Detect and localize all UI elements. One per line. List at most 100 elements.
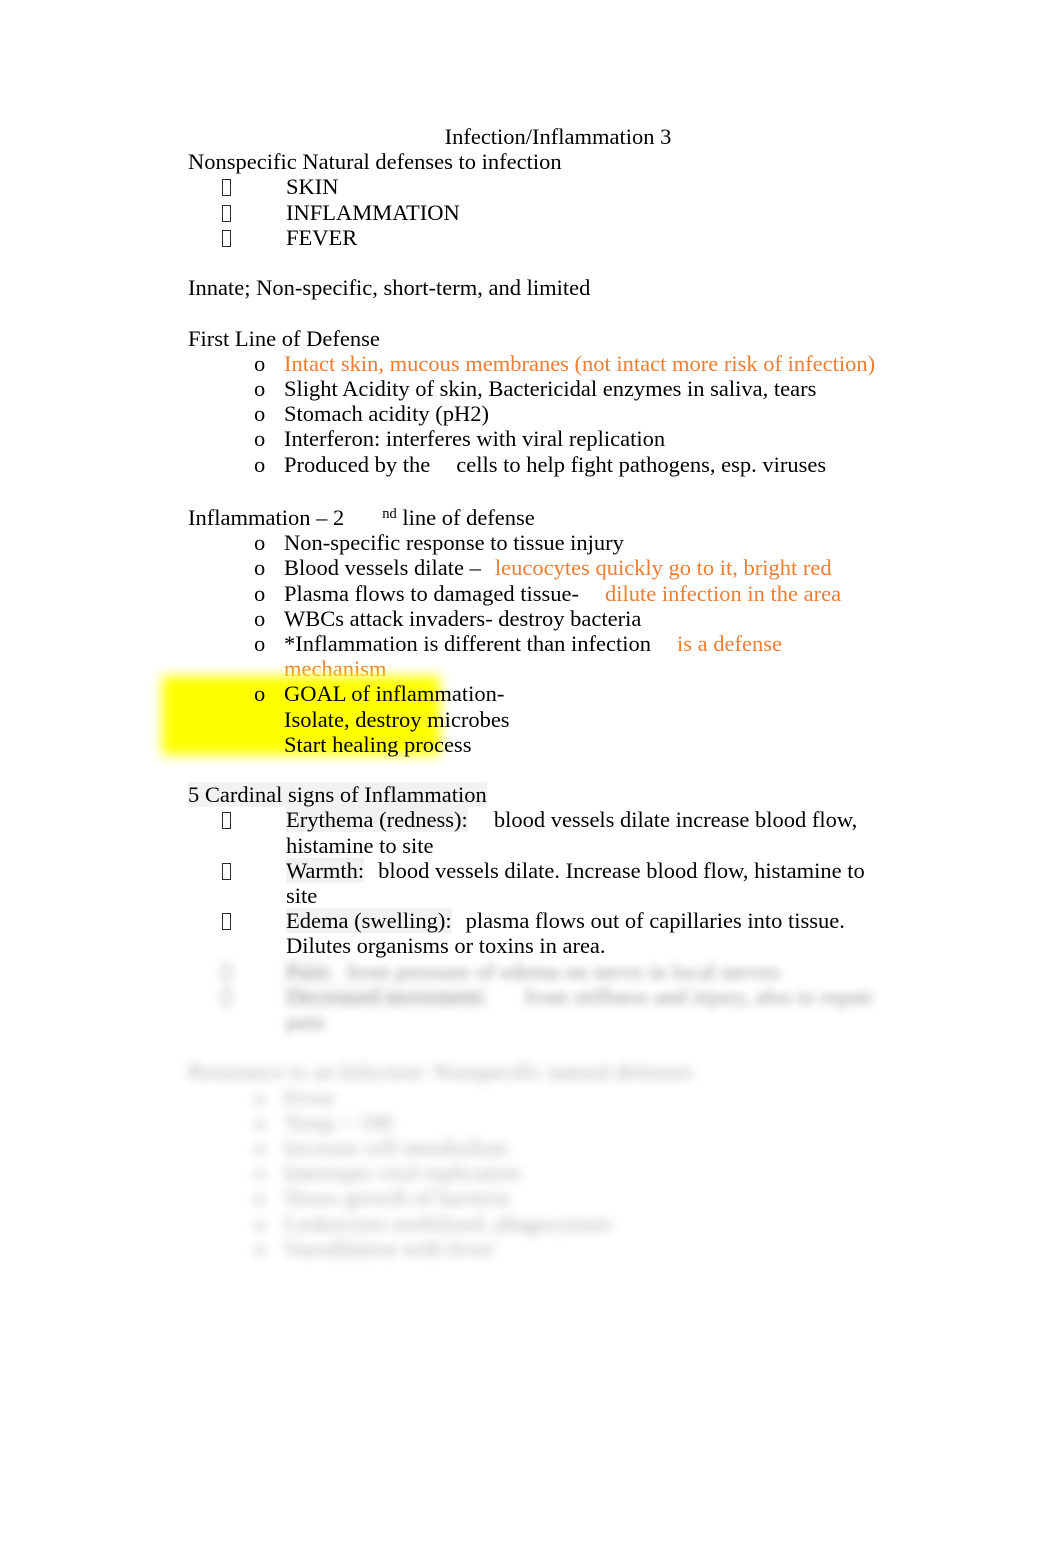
list-item-annotation: leucocytes quickly go to it, bright red	[494, 555, 832, 581]
list-item-label: Non-specific response to tissue injury	[284, 530, 624, 556]
list-item-goal-highlighted: o GOAL of inflammation- Isolate, destroy…	[188, 681, 878, 757]
list-item: o Produced by the cells to help fight pat…	[188, 452, 878, 477]
section-heading-nonspecific-defenses: Nonspecific Natural defenses to infectio…	[188, 149, 562, 175]
cardinal-sign-term: Edema (swelling):	[286, 908, 452, 934]
ordinal-suffix: nd	[382, 506, 397, 522]
list-item-label: Interferon: interferes with viral replic…	[284, 426, 666, 452]
circle-bullet-icon: o	[254, 580, 266, 606]
missing-glyph-box-icon	[222, 174, 231, 199]
cardinal-sign-term: Decreased movement:	[286, 983, 487, 1009]
list-item: o WBCs attack invaders- destroy bacteria	[188, 606, 878, 631]
nonspecific-defenses-list: SKIN INFLAMMATION FEVER	[188, 174, 878, 250]
cardinal-sign-desc: blood vessels dilate. Increase blood flo…	[286, 857, 865, 909]
cardinal-sign-term: Warmth:	[286, 857, 365, 883]
list-item-obscured: o Temp > 100	[188, 1110, 878, 1135]
circle-bullet-icon: o	[254, 1109, 266, 1135]
section-heading-inflammation: Inflammation – 2 nd line of defense	[188, 502, 878, 530]
list-item-label: Fever	[284, 1084, 336, 1110]
list-item-label: Increase cell metabolism	[284, 1135, 508, 1161]
missing-glyph-box-icon	[222, 200, 231, 225]
circle-bullet-icon: o	[254, 350, 266, 376]
cardinal-signs-list: Erythema (redness): blood vessels dilate …	[188, 807, 878, 1034]
list-item: Warmth: blood vessels dilate. Increase bl…	[188, 857, 878, 909]
missing-glyph-box-icon	[222, 225, 231, 250]
resistance-list: o Fever o Temp > 100 o Increase cell met…	[188, 1085, 878, 1261]
document-page: Infection/Inflammation 3 Nonspecific Nat…	[0, 0, 1062, 1561]
goal-line-3: Start healing process	[284, 731, 472, 757]
missing-glyph-box-icon	[222, 908, 231, 933]
list-item-label: Temp > 100	[284, 1109, 393, 1135]
list-item-obscured: Decreased movement: from stiffness and in…	[188, 983, 878, 1034]
list-item: o *Inflammation is different than infect…	[188, 631, 878, 681]
list-item: o Stomach acidity (pH2)	[188, 401, 878, 426]
list-item-label: Leukocytes mobilized, phagocytosis	[284, 1210, 613, 1236]
missing-glyph-box-icon	[222, 959, 231, 984]
list-item-obscured: o Interrupts viral replication	[188, 1160, 878, 1185]
circle-bullet-icon: o	[254, 1235, 266, 1261]
list-item: o Interferon: interferes with viral repl…	[188, 426, 878, 451]
circle-bullet-icon: o	[254, 530, 266, 556]
circle-bullet-icon: o	[254, 1135, 266, 1161]
list-item-label: FEVER	[286, 224, 358, 250]
list-item: o Intact skin, mucous membranes (not int…	[188, 351, 878, 376]
list-item-label: Interrupts viral replication	[284, 1160, 521, 1186]
document-body: Infection/Inflammation 3 Nonspecific Nat…	[188, 124, 878, 1261]
list-item-label: Slows growth of bacteria	[284, 1185, 510, 1211]
list-item-label: WBCs attack invaders- destroy bacteria	[284, 605, 642, 631]
list-item-label: Slight Acidity of skin, Bactericidal enz…	[284, 376, 817, 401]
circle-bullet-icon: o	[254, 681, 266, 707]
list-item-label-suffix: cells to help fight pathogens, esp. viru…	[456, 451, 827, 477]
circle-bullet-icon: o	[254, 401, 266, 427]
inflammation-heading-suffix: line of defense	[402, 505, 535, 530]
list-item-obscured: o Slows growth of bacteria	[188, 1185, 878, 1210]
missing-glyph-box-icon	[222, 858, 231, 883]
list-item: o Plasma flows to damaged tissue-dilute …	[188, 581, 878, 606]
first-line-of-defense-list: o Intact skin, mucous membranes (not int…	[188, 351, 878, 477]
list-item: INFLAMMATION	[188, 200, 878, 225]
innate-line: Innate; Non-specific, short-term, and li…	[188, 275, 591, 301]
document-title: Infection/Inflammation 3	[444, 124, 672, 149]
list-item-label-prefix: Produced by the	[284, 451, 431, 477]
list-item: SKIN	[188, 174, 878, 199]
list-item-label: SKIN	[286, 174, 339, 200]
list-item: o Blood vessels dilate – leucocytes quick…	[188, 555, 878, 580]
list-item-obscured: o Leukocytes mobilized, phagocytosis	[188, 1211, 878, 1236]
circle-bullet-icon: o	[254, 1210, 266, 1236]
cardinal-sign-term: Pain:	[286, 958, 333, 984]
goal-line-2: Isolate, destroy microbes	[284, 706, 510, 732]
cardinal-sign-term: Erythema (redness):	[286, 807, 468, 833]
list-item-label: Stomach acidity (pH2)	[284, 401, 489, 427]
circle-bullet-icon: o	[254, 451, 266, 477]
section-heading-first-line-of-defense: First Line of Defense	[188, 325, 380, 351]
list-item-label: Plasma flows to damaged tissue-	[284, 580, 579, 606]
list-item: Erythema (redness): blood vessels dilate …	[188, 807, 878, 858]
missing-glyph-box-icon	[222, 984, 231, 1009]
section-heading-cardinal-signs: 5 Cardinal signs of Inflammation	[188, 782, 878, 808]
list-item-label: Blood vessels dilate –	[284, 555, 481, 581]
goal-line-1: GOAL of inflammation-	[284, 681, 505, 707]
circle-bullet-icon: o	[254, 376, 266, 401]
list-item: o Non-specific response to tissue injury	[188, 530, 878, 555]
circle-bullet-icon: o	[254, 1160, 266, 1186]
circle-bullet-icon: o	[254, 1084, 266, 1110]
cardinal-sign-desc: from pressure of edema on nerve in local…	[346, 958, 780, 984]
circle-bullet-icon: o	[254, 555, 266, 581]
cardinal-signs-heading-text: 5 Cardinal signs of Inflammation	[188, 782, 487, 808]
list-item: o Slight Acidity of skin, Bactericidal e…	[188, 376, 878, 401]
circle-bullet-icon: o	[254, 605, 266, 631]
circle-bullet-icon: o	[254, 631, 266, 657]
list-item-obscured: o Fever	[188, 1085, 878, 1110]
list-item: Edema (swelling): plasma flows out of cap…	[188, 908, 878, 958]
list-item-label: Intact skin, mucous membranes (not intac…	[284, 350, 876, 376]
list-item-obscured: o Vasodilation with fever	[188, 1236, 878, 1261]
list-item-label: INFLAMMATION	[286, 199, 460, 225]
list-item-obscured: o Increase cell metabolism	[188, 1135, 878, 1160]
circle-bullet-icon: o	[254, 1185, 266, 1211]
section-heading-resistance: Resistance to an Infection: Nonspecific …	[188, 1059, 693, 1085]
list-item-obscured: Pain: from pressure of edema on nerve in …	[188, 958, 878, 984]
